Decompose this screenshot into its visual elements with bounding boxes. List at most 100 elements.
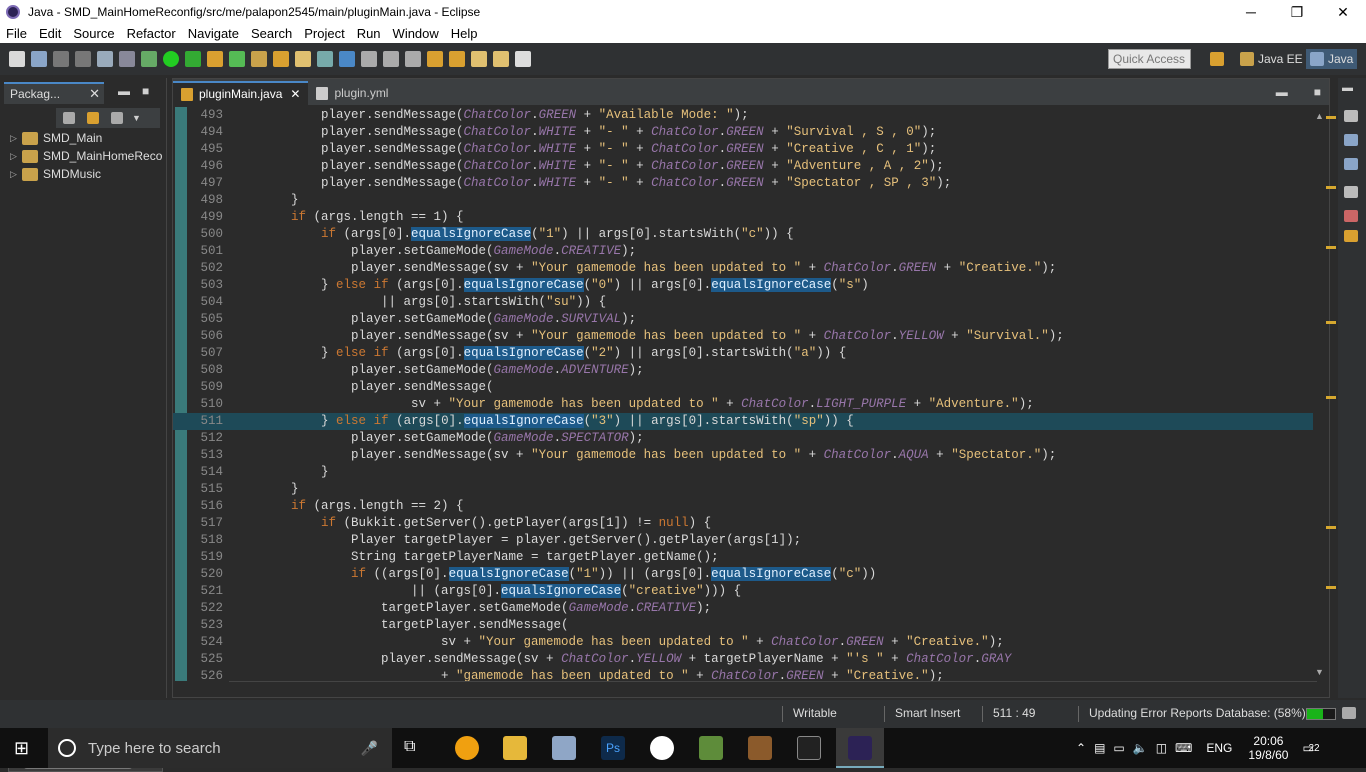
occurrence-marker[interactable] <box>1326 321 1336 324</box>
vertical-scrollbar[interactable]: ▲ ▼ <box>1313 107 1327 681</box>
new-java-project-icon[interactable] <box>207 51 223 67</box>
code-line[interactable]: 501 player.setGameMode(GameMode.CREATIVE… <box>173 243 1313 260</box>
project-item[interactable]: ▷ SMDMusic <box>10 165 101 183</box>
volume-icon[interactable]: 🔈 <box>1133 741 1148 755</box>
code-line[interactable]: 522 targetPlayer.setGameMode(GameMode.CR… <box>173 600 1313 617</box>
next-annotation-icon[interactable] <box>317 51 333 67</box>
code-line[interactable]: 515 } <box>173 481 1313 498</box>
previous-edit-icon[interactable] <box>493 51 509 67</box>
code-line[interactable]: 498 } <box>173 192 1313 209</box>
terminal-icon[interactable] <box>797 736 821 760</box>
menu-help[interactable]: Help <box>445 26 484 41</box>
battery-icon[interactable]: ▭ <box>1113 741 1124 755</box>
quick-access-input[interactable]: Quick Access <box>1108 49 1191 69</box>
restore-button[interactable]: ❐ <box>1274 0 1320 24</box>
microphone-icon[interactable]: 🎤 <box>361 740 378 757</box>
code-line[interactable]: 493 player.sendMessage(ChatColor.GREEN +… <box>173 107 1313 124</box>
block-selection-icon[interactable] <box>383 51 399 67</box>
folder-app-icon[interactable] <box>552 736 576 760</box>
back-arrow-icon[interactable] <box>471 51 487 67</box>
code-line[interactable]: 524 sv + "Your gamemode has been updated… <box>173 634 1313 651</box>
code-line[interactable]: 494 player.sendMessage(ChatColor.WHITE +… <box>173 124 1313 141</box>
minecraft-icon[interactable] <box>699 736 723 760</box>
external-tools-icon[interactable] <box>185 51 201 67</box>
code-line[interactable]: 521 || (args[0].equalsIgnoreCase("creati… <box>173 583 1313 600</box>
code-line[interactable]: 523 targetPlayer.sendMessage( <box>173 617 1313 634</box>
new-icon[interactable] <box>9 51 25 67</box>
minimize-view-icon[interactable]: ▬ <box>118 84 130 98</box>
tab-pluginmain-java[interactable]: pluginMain.java ✕ <box>173 81 309 105</box>
last-edit-icon[interactable] <box>427 51 443 67</box>
code-line[interactable]: 495 player.sendMessage(ChatColor.WHITE +… <box>173 141 1313 158</box>
minimize-trim-icon[interactable]: ▬ <box>1342 82 1353 94</box>
code-line[interactable]: 520 if ((args[0].equalsIgnoreCase("1")) … <box>173 566 1313 583</box>
perspective-java[interactable]: Java <box>1306 49 1358 69</box>
code-line[interactable]: 504 || args[0].startsWith("su")) { <box>173 294 1313 311</box>
code-line[interactable]: 526 + "gamemode has been updated to " + … <box>173 668 1313 681</box>
action-center-icon[interactable]: ▭ 22 <box>1302 741 1319 755</box>
insert-mode-status[interactable]: Smart Insert <box>884 706 960 722</box>
windows-start-icon[interactable]: ⊞ <box>14 738 29 759</box>
show-whitespace-icon[interactable] <box>405 51 421 67</box>
progress-view-icon[interactable] <box>1342 707 1356 719</box>
menu-source[interactable]: Source <box>67 26 120 41</box>
console-icon[interactable] <box>97 51 113 67</box>
editor-horizontal-scrollbar[interactable] <box>229 681 1317 695</box>
code-line[interactable]: 499 if (args.length == 1) { <box>173 209 1313 226</box>
code-line[interactable]: 513 player.sendMessage(sv + "Your gamemo… <box>173 447 1313 464</box>
scroll-down-icon[interactable]: ▼ <box>1315 667 1324 677</box>
maximize-view-icon[interactable]: ■ <box>142 84 149 98</box>
code-line[interactable]: 496 player.sendMessage(ChatColor.WHITE +… <box>173 158 1313 175</box>
open-task-icon[interactable] <box>273 51 289 67</box>
code-line[interactable]: 506 player.sendMessage(sv + "Your gamemo… <box>173 328 1313 345</box>
open-perspective-button[interactable] <box>1210 49 1228 69</box>
network-icon[interactable]: ▤ <box>1094 741 1105 755</box>
background-job-status[interactable]: Updating Error Reports Database: (58%) <box>1078 706 1306 722</box>
javadoc-icon[interactable] <box>1344 210 1358 222</box>
code-line[interactable]: 518 Player targetPlayer = player.getServ… <box>173 532 1313 549</box>
toggle-breadcrumb-icon[interactable] <box>361 51 377 67</box>
open-type-icon[interactable] <box>251 51 267 67</box>
code-line[interactable]: 525 player.sendMessage(sv + ChatColor.YE… <box>173 651 1313 668</box>
debug-icon[interactable] <box>141 51 157 67</box>
camera-app-icon[interactable] <box>650 736 674 760</box>
code-line[interactable]: 512 player.setGameMode(GameMode.SPECTATO… <box>173 430 1313 447</box>
code-area[interactable]: 493 player.sendMessage(ChatColor.GREEN +… <box>173 107 1313 681</box>
outline-icon[interactable] <box>1344 134 1358 146</box>
declaration-icon[interactable] <box>1344 230 1358 242</box>
close-button[interactable]: ✕ <box>1320 0 1366 24</box>
file-explorer-icon[interactable] <box>503 736 527 760</box>
forward-arrow-icon[interactable] <box>515 51 531 67</box>
menu-refactor[interactable]: Refactor <box>121 26 182 41</box>
crafting-table-icon[interactable] <box>748 736 772 760</box>
tab-plugin-yml[interactable]: plugin.yml <box>308 81 396 105</box>
perspective-java-ee[interactable]: Java EE <box>1240 49 1303 69</box>
code-line[interactable]: 503 } else if (args[0].equalsIgnoreCase(… <box>173 277 1313 294</box>
save-all-icon[interactable] <box>75 51 91 67</box>
expand-icon[interactable]: ▷ <box>10 151 22 162</box>
link-with-editor-icon[interactable] <box>87 112 99 124</box>
taskbar-search[interactable]: Type here to search 🎤 <box>48 728 392 768</box>
maximize-editor-icon[interactable]: ■ <box>1314 85 1321 99</box>
occurrence-marker[interactable] <box>1326 116 1336 119</box>
minimize-button[interactable]: ─ <box>1228 0 1274 24</box>
project-item[interactable]: ▷ SMD_MainHomeReco <box>10 147 162 165</box>
minimize-editor-icon[interactable]: ▬ <box>1276 85 1288 99</box>
menu-window[interactable]: Window <box>387 26 445 41</box>
pin-icon[interactable] <box>449 51 465 67</box>
code-line[interactable]: 510 sv + "Your gamemode has been updated… <box>173 396 1313 413</box>
code-line[interactable]: 509 player.sendMessage( <box>173 379 1313 396</box>
view-menu-icon[interactable] <box>111 112 123 124</box>
package-explorer-tab[interactable]: Packag... ✕ <box>4 82 104 104</box>
menu-edit[interactable]: Edit <box>33 26 67 41</box>
task-view-icon[interactable]: ⧉ <box>404 738 415 756</box>
close-icon[interactable]: ✕ <box>290 87 300 101</box>
menu-project[interactable]: Project <box>298 26 350 41</box>
occurrence-marker[interactable] <box>1326 586 1336 589</box>
code-line[interactable]: 516 if (args.length == 2) { <box>173 498 1313 515</box>
close-icon[interactable]: ✕ <box>89 86 100 102</box>
occurrence-marker[interactable] <box>1326 526 1336 529</box>
code-line[interactable]: 517 if (Bukkit.getServer().getPlayer(arg… <box>173 515 1313 532</box>
code-line[interactable]: 508 player.setGameMode(GameMode.ADVENTUR… <box>173 362 1313 379</box>
task-list-icon[interactable] <box>1344 110 1358 122</box>
